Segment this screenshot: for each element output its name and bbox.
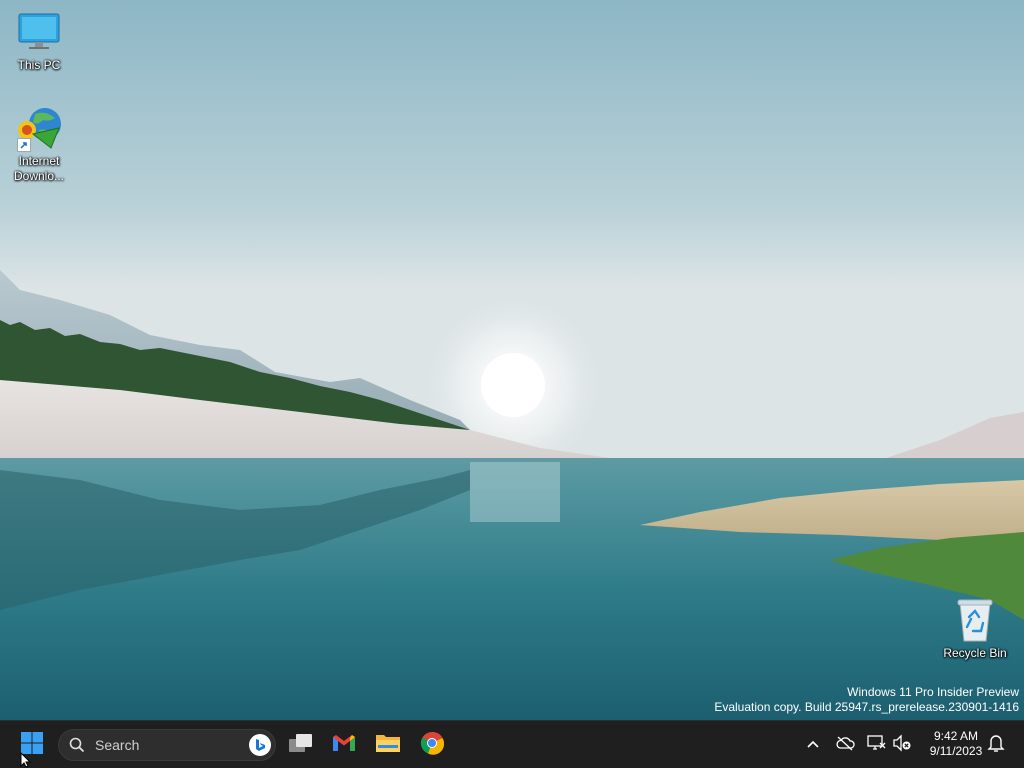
search-placeholder: Search (95, 737, 140, 753)
mouse-cursor-icon (20, 751, 32, 773)
volume-muted-icon (892, 733, 912, 757)
taskbar-search-box[interactable]: Search (58, 729, 276, 761)
taskbar: Search 9:42 AM 9/11/2023 (0, 720, 1024, 768)
start-button[interactable] (12, 725, 52, 765)
network-tray-button[interactable] (864, 733, 888, 757)
clock-time: 9:42 AM (933, 729, 979, 743)
evaluation-watermark: Windows 11 Pro Insider Preview Evaluatio… (714, 685, 1019, 715)
bing-icon[interactable] (249, 734, 271, 756)
desktop-icon-recycle-bin[interactable]: Recycle Bin (937, 596, 1013, 661)
gmail-icon (332, 734, 356, 757)
chrome-button[interactable] (412, 725, 452, 765)
desktop-icon-label: This PC (17, 58, 61, 72)
notification-bell-icon (987, 733, 1005, 758)
watermark-line-edition: Windows 11 Pro Insider Preview (847, 685, 1019, 699)
notification-center-button[interactable] (984, 733, 1008, 757)
search-icon (69, 736, 87, 754)
clock-date: 9/11/2023 (929, 744, 983, 758)
desktop-icon-label: Recycle Bin (943, 646, 1007, 660)
idm-icon (15, 104, 63, 152)
onedrive-offline-icon (835, 735, 855, 756)
volume-tray-button[interactable] (890, 733, 914, 757)
monitor-icon (15, 8, 63, 56)
gmail-button[interactable] (324, 725, 364, 765)
wallpaper (0, 0, 1024, 720)
task-view-button[interactable] (281, 725, 321, 765)
shortcut-arrow-icon (17, 138, 31, 152)
desktop[interactable]: This PC Internet Downlo... Recycle Bin W… (0, 0, 1024, 720)
taskbar-clock[interactable]: 9:42 AM 9/11/2023 (918, 729, 994, 759)
chevron-up-icon (806, 736, 820, 754)
chrome-icon (420, 731, 445, 760)
onedrive-tray-button[interactable] (833, 733, 857, 757)
watermark-line-build: Evaluation copy. Build 25947.rs_prerelea… (714, 700, 1019, 714)
file-explorer-button[interactable] (368, 725, 408, 765)
network-icon (866, 734, 886, 757)
show-hidden-icons-button[interactable] (801, 733, 825, 757)
desktop-icon-internet-download-manager[interactable]: Internet Downlo... (1, 104, 77, 184)
task-view-icon (288, 732, 314, 759)
recycle-bin-icon (951, 596, 999, 644)
desktop-icon-this-pc[interactable]: This PC (1, 8, 77, 73)
folder-icon (375, 732, 401, 759)
desktop-icon-label: Internet Downlo... (13, 154, 65, 183)
